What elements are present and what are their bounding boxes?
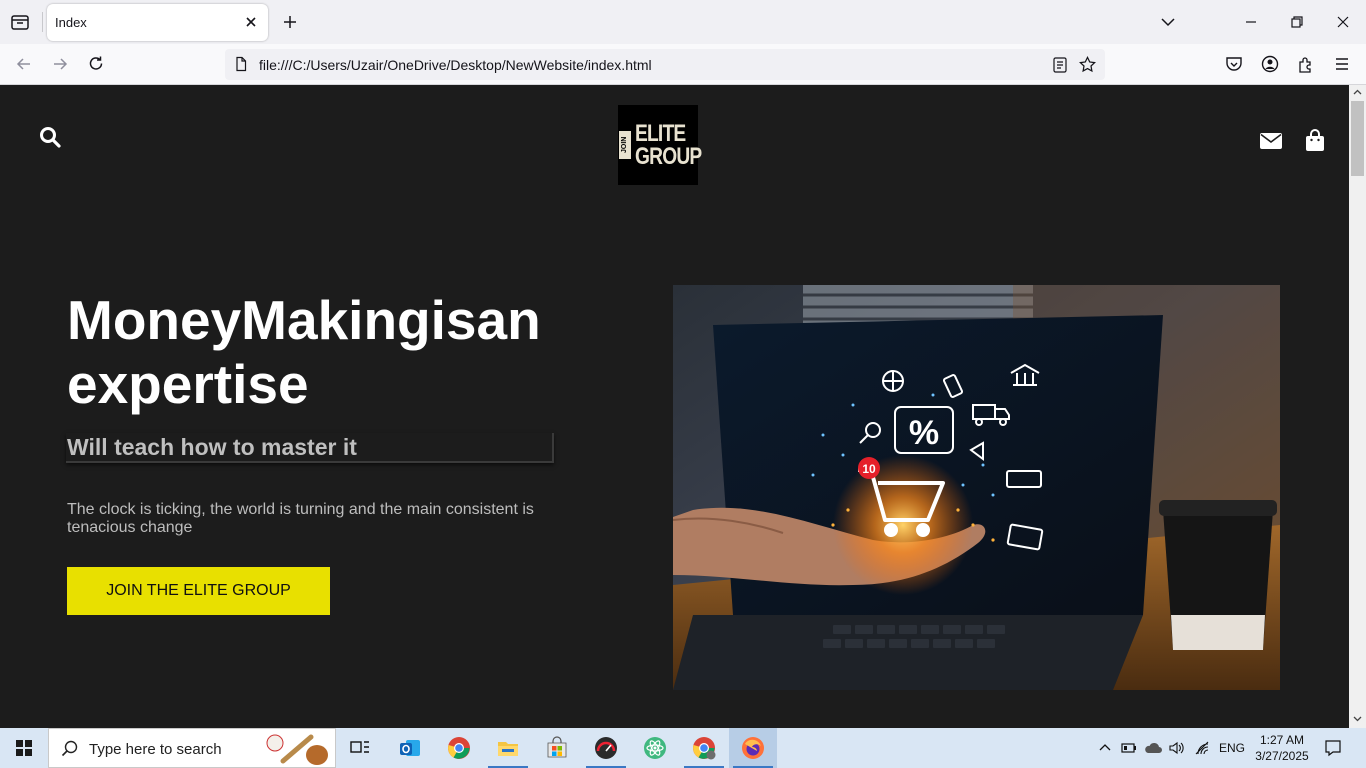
show-hidden-icons-icon[interactable] bbox=[1097, 740, 1113, 756]
forward-arrow-icon[interactable] bbox=[50, 54, 70, 74]
baseball-highlight-icon bbox=[259, 731, 331, 767]
minimize-icon[interactable] bbox=[1241, 12, 1261, 32]
clock-time: 1:27 AM bbox=[1259, 733, 1305, 747]
task-view-icon[interactable] bbox=[336, 728, 384, 768]
new-tab-icon[interactable] bbox=[280, 12, 300, 32]
scroll-up-icon[interactable] bbox=[1352, 87, 1363, 98]
navigation-toolbar: file:///C:/Users/Uzair/OneDrive/Desktop/… bbox=[0, 44, 1366, 85]
browser-tab-bar: Index bbox=[0, 0, 1366, 44]
page-icon bbox=[233, 56, 249, 72]
scroll-down-icon[interactable] bbox=[1352, 713, 1363, 724]
search-icon[interactable] bbox=[38, 125, 62, 149]
tab-index[interactable]: Index bbox=[47, 4, 268, 41]
close-window-icon[interactable] bbox=[1333, 12, 1353, 32]
search-icon bbox=[61, 740, 79, 758]
search-placeholder: Type here to search bbox=[89, 741, 222, 758]
volume-icon[interactable] bbox=[1168, 740, 1184, 756]
chrome-profile-icon[interactable] bbox=[680, 728, 728, 768]
outlook-icon[interactable] bbox=[386, 728, 434, 768]
address-bar[interactable]: file:///C:/Users/Uzair/OneDrive/Desktop/… bbox=[225, 49, 1105, 80]
close-tab-icon[interactable] bbox=[242, 13, 260, 31]
join-elite-group-button[interactable]: JOIN THE ELITE GROUP bbox=[67, 567, 330, 615]
taskbar-search-box[interactable]: Type here to search bbox=[48, 728, 336, 768]
hero-subtitle: Will teach how to master it bbox=[66, 433, 554, 463]
page-viewport: JOIN ELITE GROUP MoneyMakingisan experti… bbox=[0, 85, 1349, 728]
wifi-icon[interactable] bbox=[1194, 740, 1210, 756]
scrollbar-thumb[interactable] bbox=[1351, 101, 1364, 176]
tab-title: Index bbox=[55, 15, 87, 30]
restore-icon[interactable] bbox=[1287, 12, 1307, 32]
battery-icon[interactable] bbox=[1121, 740, 1137, 756]
microsoft-store-icon[interactable] bbox=[533, 728, 581, 768]
extensions-icon[interactable] bbox=[1296, 54, 1316, 74]
atom-icon[interactable] bbox=[631, 728, 679, 768]
clock[interactable]: 1:27 AM 3/27/2025 bbox=[1252, 732, 1312, 764]
windows-taskbar: Type here to search ENG 1:27 AM 3/27/202… bbox=[0, 728, 1366, 768]
reload-icon[interactable] bbox=[86, 54, 106, 74]
file-explorer-icon[interactable] bbox=[484, 728, 532, 768]
logo-word-group: GROUP bbox=[635, 143, 702, 170]
onedrive-cloud-icon[interactable] bbox=[1144, 740, 1162, 756]
tab-divider bbox=[42, 12, 43, 32]
wpm-speedometer-icon[interactable] bbox=[582, 728, 630, 768]
list-all-tabs-icon[interactable] bbox=[8, 10, 32, 34]
notifications-icon[interactable] bbox=[1324, 739, 1342, 757]
hero-title: MoneyMakingisan expertise bbox=[67, 289, 541, 415]
vertical-scrollbar[interactable] bbox=[1349, 85, 1366, 728]
mail-icon[interactable] bbox=[1260, 133, 1282, 149]
menu-icon[interactable] bbox=[1332, 54, 1352, 74]
cart-badge-count: 10 bbox=[862, 462, 876, 476]
firefox-icon[interactable] bbox=[729, 728, 777, 768]
input-language[interactable]: ENG bbox=[1219, 741, 1245, 755]
chrome-icon[interactable] bbox=[435, 728, 483, 768]
percent-symbol: % bbox=[909, 414, 939, 452]
back-arrow-icon[interactable] bbox=[14, 54, 34, 74]
bookmark-star-icon[interactable] bbox=[1078, 55, 1097, 74]
hero-image: 10 % bbox=[673, 285, 1280, 690]
hero-description: The clock is ticking, the world is turni… bbox=[67, 501, 534, 536]
clock-date: 3/27/2025 bbox=[1255, 749, 1309, 763]
logo-join-tag: JOIN bbox=[619, 131, 631, 159]
url-text[interactable]: file:///C:/Users/Uzair/OneDrive/Desktop/… bbox=[259, 57, 652, 73]
shopping-bag-icon[interactable] bbox=[1305, 129, 1325, 151]
reader-view-icon[interactable] bbox=[1051, 56, 1069, 74]
site-logo[interactable]: JOIN ELITE GROUP bbox=[618, 105, 702, 185]
pocket-icon[interactable] bbox=[1224, 54, 1244, 74]
account-icon[interactable] bbox=[1260, 54, 1280, 74]
chevron-down-icon[interactable] bbox=[1158, 12, 1178, 32]
windows-start-icon[interactable] bbox=[0, 728, 48, 768]
